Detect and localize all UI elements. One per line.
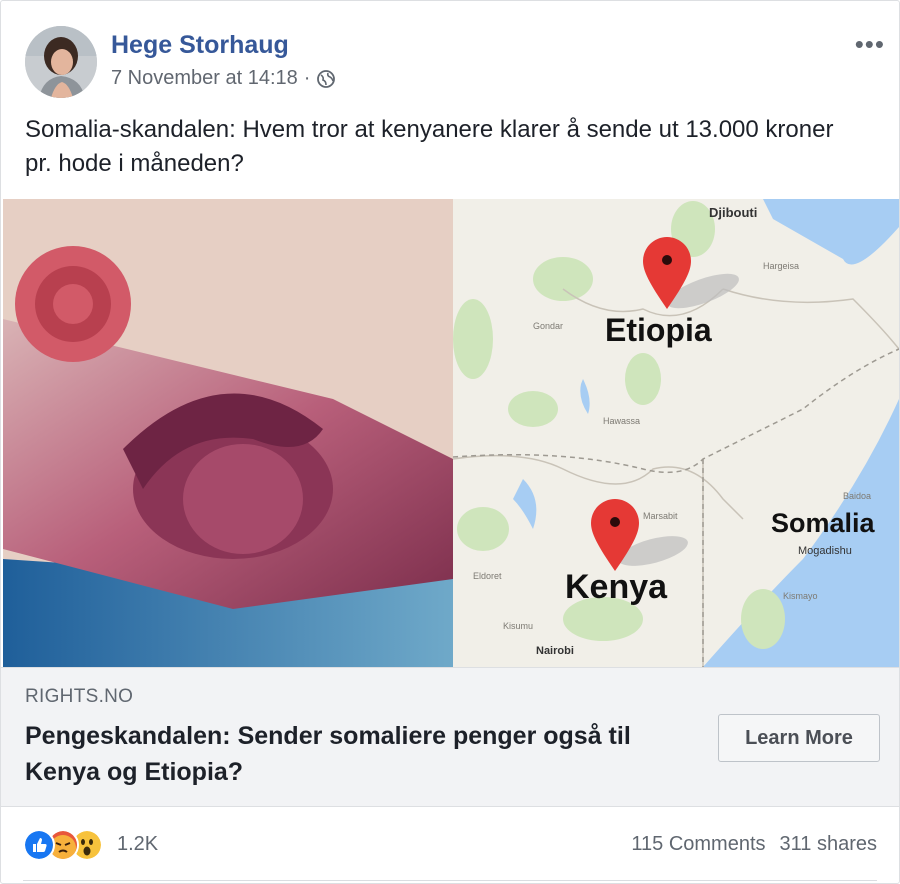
svg-text:Hawassa: Hawassa [603, 416, 640, 426]
avatar-image [25, 26, 97, 98]
meta-separator: · [303, 67, 311, 89]
map-label-etiopia: Etiopia [605, 312, 712, 348]
svg-text:Baidoa: Baidoa [843, 491, 871, 501]
post-image-graphic: Gondar Hawassa Eldoret Kisumu Marsabit Harg… [3, 199, 899, 667]
post-meta: 7 November at 14:18 · [111, 67, 336, 90]
post-image[interactable]: Gondar Hawassa Eldoret Kisumu Marsabit Harg… [3, 199, 899, 667]
author-name[interactable]: Hege Storhaug [111, 31, 289, 60]
svg-text:Eldoret: Eldoret [473, 571, 502, 581]
map-image: Gondar Hawassa Eldoret Kisumu Marsabit Harg… [452, 199, 899, 667]
learn-more-button[interactable]: Learn More [718, 714, 880, 762]
svg-text:Marsabit: Marsabit [643, 511, 678, 521]
map-label-mogadishu: Mogadishu [798, 545, 852, 557]
banknote-photo [3, 199, 453, 667]
divider [23, 880, 877, 881]
reaction-count[interactable]: 1.2K [117, 833, 158, 856]
svg-text:Hargeisa: Hargeisa [763, 261, 799, 271]
like-icon [23, 829, 55, 861]
post-text: Somalia-skandalen: Hvem tror at kenyaner… [25, 116, 834, 177]
link-preview[interactable]: RIGHTS.NO Pengeskandalen: Sender somalie… [1, 667, 899, 807]
post-card: Hege Storhaug 7 November at 14:18 · ••• … [0, 0, 900, 884]
map-label-djibouti: Djibouti [709, 205, 757, 220]
avatar[interactable] [25, 26, 97, 98]
shares-count[interactable]: 311 shares [780, 833, 877, 856]
link-title[interactable]: Pengeskandalen: Sender somaliere penger … [25, 718, 665, 790]
svg-text:Kisumu: Kisumu [503, 621, 533, 631]
engagement-stats: 115 Comments 311 shares [631, 833, 877, 856]
globe-icon[interactable] [316, 69, 336, 89]
link-domain: RIGHTS.NO [25, 686, 134, 707]
map-label-nairobi: Nairobi [536, 645, 574, 657]
svg-text:Gondar: Gondar [533, 321, 563, 331]
post-options-button[interactable]: ••• [855, 29, 885, 60]
map-label-kenya: Kenya [565, 568, 668, 606]
post-footer: 1.2K 115 Comments 311 shares [1, 807, 899, 883]
comments-count[interactable]: 115 Comments [631, 833, 765, 856]
post-timestamp[interactable]: 7 November at 14:18 [111, 67, 298, 90]
svg-text:Kismayo: Kismayo [783, 591, 818, 601]
map-label-somalia: Somalia [771, 508, 876, 538]
reaction-icons[interactable] [23, 829, 103, 861]
